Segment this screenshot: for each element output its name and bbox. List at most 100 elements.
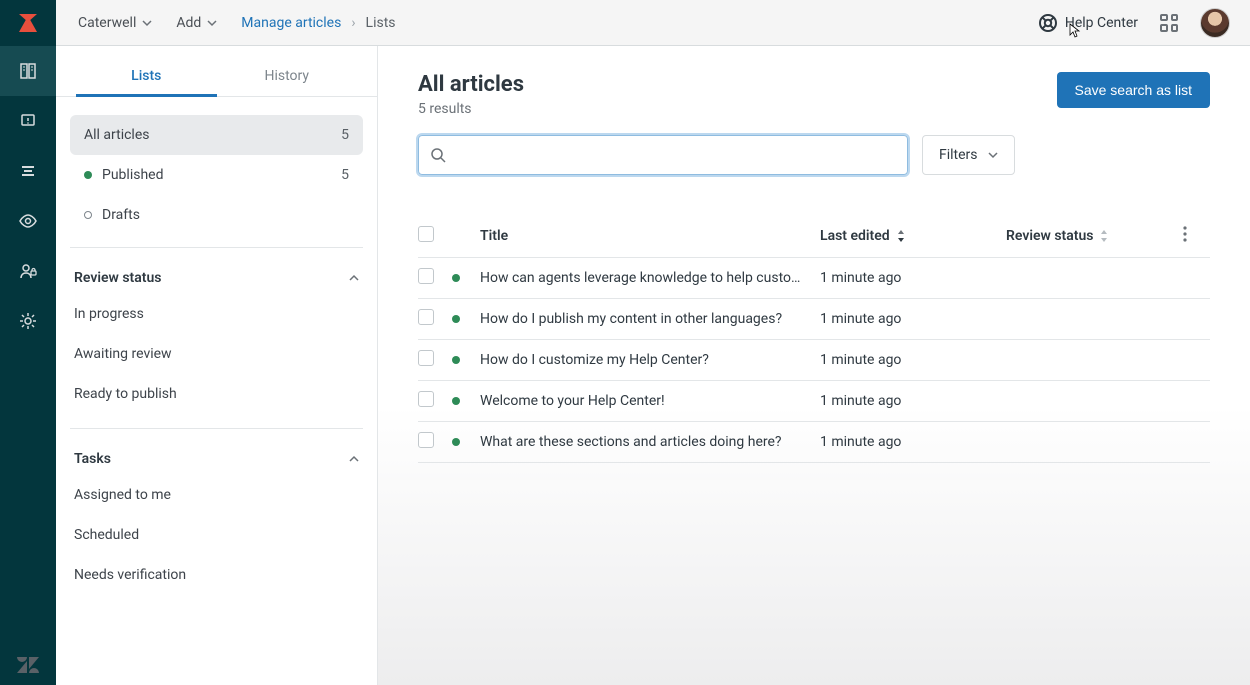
zendesk-icon bbox=[17, 657, 39, 673]
search-icon bbox=[430, 147, 446, 163]
status-dot-icon bbox=[452, 274, 460, 282]
article-title[interactable]: What are these sections and articles doi… bbox=[480, 434, 820, 450]
status-dot-icon bbox=[452, 315, 460, 323]
chevron-up-icon bbox=[349, 273, 359, 283]
status-dot-icon bbox=[452, 356, 460, 364]
row-checkbox[interactable] bbox=[418, 268, 434, 284]
section-title: Tasks bbox=[74, 451, 111, 467]
article-title[interactable]: Welcome to your Help Center! bbox=[480, 393, 820, 409]
help-center-label: Help Center bbox=[1065, 15, 1138, 31]
last-edited: 1 minute ago bbox=[820, 352, 1006, 368]
section-title: Review status bbox=[74, 270, 161, 286]
sidebar-item-all-articles[interactable]: All articles 5 bbox=[70, 115, 363, 155]
column-title[interactable]: Title bbox=[480, 228, 820, 244]
user-lock-icon bbox=[18, 261, 38, 281]
article-title[interactable]: How do I customize my Help Center? bbox=[480, 352, 820, 368]
section-toggle-tasks[interactable]: Tasks bbox=[70, 443, 363, 475]
gear-icon bbox=[18, 311, 38, 331]
rail-item-customize[interactable] bbox=[0, 196, 56, 246]
breadcrumb: Manage articles › Lists bbox=[241, 15, 395, 31]
more-icon[interactable] bbox=[1176, 225, 1194, 243]
save-search-button[interactable]: Save search as list bbox=[1057, 72, 1211, 108]
lines-icon bbox=[18, 161, 38, 181]
last-edited: 1 minute ago bbox=[820, 393, 1006, 409]
zendesk-logo[interactable] bbox=[0, 645, 56, 685]
sidebar-item-label: Drafts bbox=[102, 207, 140, 223]
nav-rail bbox=[0, 46, 56, 685]
sidebar-item-label: Published bbox=[102, 167, 163, 183]
sidebar-item-label: All articles bbox=[84, 127, 149, 143]
page-title: All articles bbox=[418, 72, 524, 97]
rail-item-articles[interactable] bbox=[0, 46, 56, 96]
brand-dropdown[interactable]: Caterwell bbox=[78, 15, 152, 31]
help-center-link[interactable]: Help Center bbox=[1039, 14, 1138, 32]
add-dropdown[interactable]: Add bbox=[176, 15, 217, 31]
table-row[interactable]: What are these sections and articles doi… bbox=[418, 422, 1210, 463]
article-title[interactable]: How can agents leverage knowledge to hel… bbox=[480, 270, 820, 286]
filter-needs-verification[interactable]: Needs verification bbox=[70, 555, 363, 595]
select-all-checkbox[interactable] bbox=[418, 226, 434, 242]
search-input[interactable] bbox=[418, 135, 908, 175]
row-checkbox[interactable] bbox=[418, 350, 434, 366]
status-dot-icon bbox=[84, 211, 92, 219]
sidebar: Lists History All articles 5 Published 5… bbox=[56, 46, 378, 685]
tab-lists[interactable]: Lists bbox=[76, 56, 217, 96]
product-logo[interactable] bbox=[0, 0, 56, 46]
section-toggle-review-status[interactable]: Review status bbox=[70, 262, 363, 294]
chevron-down-icon bbox=[988, 150, 998, 160]
filter-awaiting-review[interactable]: Awaiting review bbox=[70, 334, 363, 374]
chevron-up-icon bbox=[349, 454, 359, 464]
flag-note-icon bbox=[18, 111, 38, 131]
row-checkbox[interactable] bbox=[418, 309, 434, 325]
tab-history[interactable]: History bbox=[217, 56, 358, 96]
column-last-edited[interactable]: Last edited bbox=[820, 228, 1006, 244]
sidebar-item-count: 5 bbox=[341, 167, 349, 183]
rail-item-moderate[interactable] bbox=[0, 96, 56, 146]
life-ring-icon bbox=[1039, 14, 1057, 32]
sidebar-item-drafts[interactable]: Drafts bbox=[70, 195, 363, 235]
filters-button[interactable]: Filters bbox=[922, 135, 1015, 175]
main-content: All articles 5 results Save search as li… bbox=[378, 46, 1250, 685]
last-edited: 1 minute ago bbox=[820, 311, 1006, 327]
column-review-status[interactable]: Review status bbox=[1006, 228, 1176, 244]
rail-item-settings[interactable] bbox=[0, 296, 56, 346]
table-row[interactable]: How do I customize my Help Center? 1 min… bbox=[418, 340, 1210, 381]
row-checkbox[interactable] bbox=[418, 391, 434, 407]
table-row[interactable]: How do I publish my content in other lan… bbox=[418, 299, 1210, 340]
filter-ready-to-publish[interactable]: Ready to publish bbox=[70, 374, 363, 414]
row-checkbox[interactable] bbox=[418, 432, 434, 448]
table-row[interactable]: Welcome to your Help Center! 1 minute ag… bbox=[418, 381, 1210, 422]
table-row[interactable]: How can agents leverage knowledge to hel… bbox=[418, 258, 1210, 299]
avatar[interactable] bbox=[1200, 8, 1230, 38]
eye-icon bbox=[18, 211, 38, 231]
status-dot-icon bbox=[452, 438, 460, 446]
filter-in-progress[interactable]: In progress bbox=[70, 294, 363, 334]
result-count: 5 results bbox=[418, 101, 524, 117]
filters-label: Filters bbox=[939, 147, 978, 163]
chevron-down-icon bbox=[142, 18, 152, 28]
breadcrumb-current: Lists bbox=[366, 15, 396, 31]
sort-icon bbox=[1099, 230, 1109, 242]
rail-item-arrange[interactable] bbox=[0, 146, 56, 196]
add-dropdown-label: Add bbox=[176, 15, 201, 31]
table-header: Title Last edited Review status bbox=[418, 215, 1210, 258]
article-title[interactable]: How do I publish my content in other lan… bbox=[480, 311, 820, 327]
sidebar-item-count: 5 bbox=[341, 127, 349, 143]
rail-item-permissions[interactable] bbox=[0, 246, 56, 296]
topbar: Caterwell Add Manage articles › Lists He… bbox=[0, 0, 1250, 46]
chevron-down-icon bbox=[207, 18, 217, 28]
sidebar-tabs: Lists History bbox=[56, 46, 377, 97]
status-dot-icon bbox=[84, 171, 92, 179]
sort-icon bbox=[896, 230, 906, 242]
brand-dropdown-label: Caterwell bbox=[78, 15, 136, 31]
last-edited: 1 minute ago bbox=[820, 434, 1006, 450]
breadcrumb-link-manage-articles[interactable]: Manage articles bbox=[241, 15, 341, 31]
last-edited: 1 minute ago bbox=[820, 270, 1006, 286]
filter-assigned-to-me[interactable]: Assigned to me bbox=[70, 475, 363, 515]
filter-scheduled[interactable]: Scheduled bbox=[70, 515, 363, 555]
book-icon bbox=[18, 61, 38, 81]
breadcrumb-separator-icon: › bbox=[351, 15, 355, 31]
status-dot-icon bbox=[452, 397, 460, 405]
apps-icon[interactable] bbox=[1160, 14, 1178, 32]
sidebar-item-published[interactable]: Published 5 bbox=[70, 155, 363, 195]
